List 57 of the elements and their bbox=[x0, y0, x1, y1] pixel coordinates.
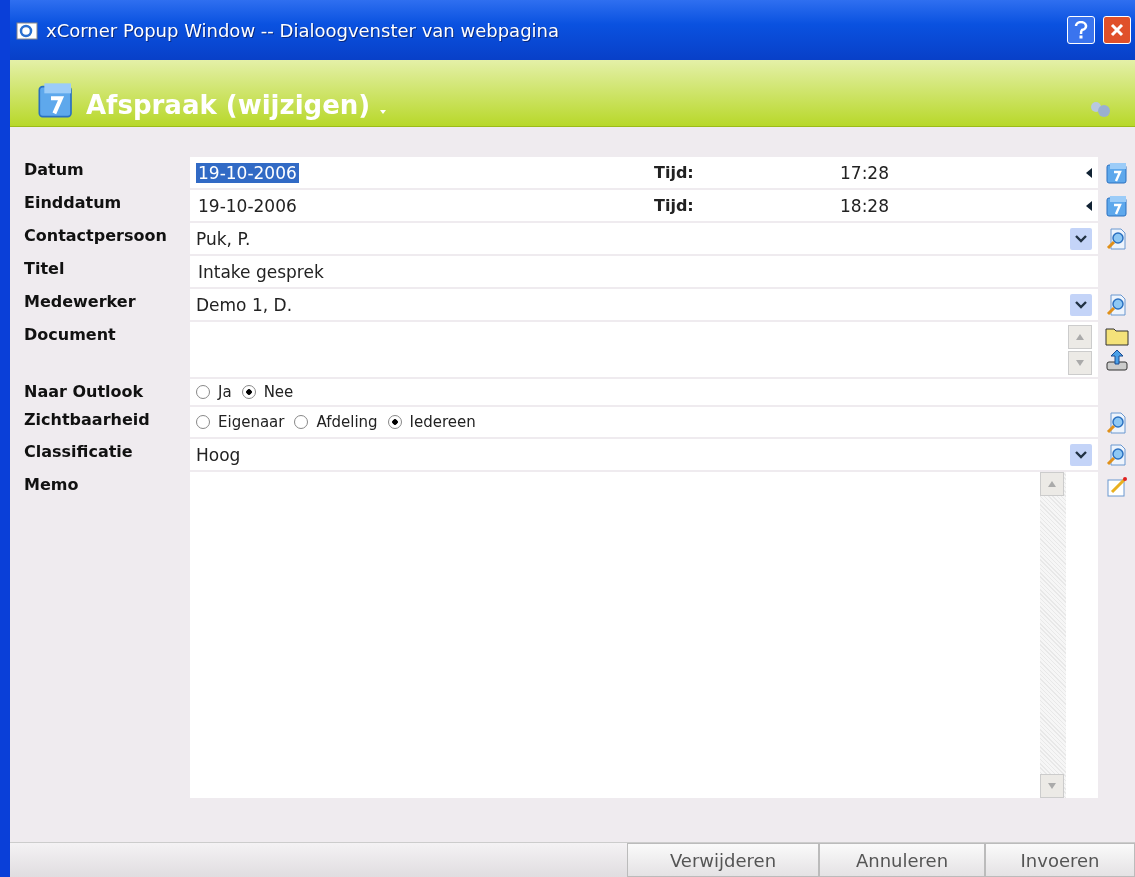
radio-button[interactable] bbox=[196, 385, 210, 399]
text-field[interactable]: Intake gesprek bbox=[196, 261, 326, 282]
radio-option[interactable]: Afdeling bbox=[294, 413, 378, 431]
select-value[interactable]: Puk, P. bbox=[196, 228, 251, 249]
chevron-icon[interactable] bbox=[1075, 234, 1087, 243]
browser-icon bbox=[16, 20, 38, 40]
radio-button[interactable] bbox=[294, 415, 309, 429]
dropdown-button[interactable] bbox=[1070, 227, 1092, 250]
action-button[interactable]: Annuleren bbox=[819, 843, 985, 877]
calendar-icon[interactable] bbox=[1104, 161, 1129, 185]
time-label: Tijd: bbox=[654, 163, 695, 182]
search-icon[interactable] bbox=[1105, 227, 1128, 251]
edit-icon[interactable] bbox=[1105, 476, 1128, 498]
field-label: Document bbox=[23, 324, 117, 346]
field-label: Zichtbaarheid bbox=[23, 409, 151, 431]
select-value[interactable]: Hoog bbox=[196, 444, 241, 465]
time-label: Tijd: bbox=[654, 196, 695, 215]
field-label: Memo bbox=[23, 474, 80, 496]
time-field[interactable]: 18:28 bbox=[840, 195, 1080, 216]
search-icon[interactable] bbox=[1105, 293, 1128, 317]
action-button[interactable]: Verwijderen bbox=[627, 843, 819, 877]
field-label: Medewerker bbox=[23, 291, 137, 313]
caret-icon[interactable] bbox=[1086, 200, 1092, 211]
calendar-icon[interactable] bbox=[1104, 194, 1129, 218]
field-label: Titel bbox=[23, 258, 66, 280]
close-button[interactable] bbox=[1103, 16, 1131, 44]
field-label: Contactpersoon bbox=[23, 225, 168, 247]
upload-icon[interactable] bbox=[1104, 348, 1129, 372]
window-title: xCorner Popup Window -- Dialoogvenster van webpagina bbox=[46, 19, 560, 41]
dropdown-button[interactable] bbox=[1070, 443, 1092, 466]
select-value[interactable]: Demo 1, D. bbox=[196, 294, 293, 315]
radio-button[interactable] bbox=[196, 415, 210, 429]
page-title: Afspraak (wijzigen) bbox=[86, 90, 371, 120]
chevron-icon[interactable] bbox=[1075, 300, 1087, 309]
search-icon[interactable] bbox=[1105, 411, 1128, 435]
date-field[interactable]: 19-10-2006 bbox=[196, 195, 299, 216]
question-icon[interactable] bbox=[1074, 21, 1088, 39]
folder-icon[interactable] bbox=[1104, 326, 1129, 346]
field-label: Naar Outlook bbox=[23, 381, 145, 403]
help-button[interactable] bbox=[1067, 16, 1095, 44]
field-label: Classificatie bbox=[23, 441, 134, 463]
time-field[interactable]: 17:28 bbox=[840, 162, 1080, 183]
radio-button[interactable] bbox=[387, 415, 402, 429]
search-icon[interactable] bbox=[1105, 443, 1128, 467]
radio-option[interactable]: Nee bbox=[241, 383, 294, 401]
radio-option[interactable]: Eigenaar bbox=[196, 413, 285, 431]
caret-icon[interactable] bbox=[1086, 167, 1092, 178]
field-label: Datum bbox=[23, 159, 85, 181]
radio-option[interactable]: Iedereen bbox=[387, 413, 476, 431]
action-button[interactable]: Invoeren bbox=[985, 843, 1135, 877]
close-icon[interactable] bbox=[1110, 23, 1124, 37]
radio-option[interactable]: Ja bbox=[196, 383, 232, 401]
chevron-icon[interactable] bbox=[1075, 450, 1087, 459]
date-field[interactable]: 19-10-2006 bbox=[196, 162, 299, 183]
field-label: Einddatum bbox=[23, 192, 123, 214]
dropdown-button[interactable] bbox=[1070, 293, 1092, 316]
radio-button[interactable] bbox=[241, 385, 256, 399]
